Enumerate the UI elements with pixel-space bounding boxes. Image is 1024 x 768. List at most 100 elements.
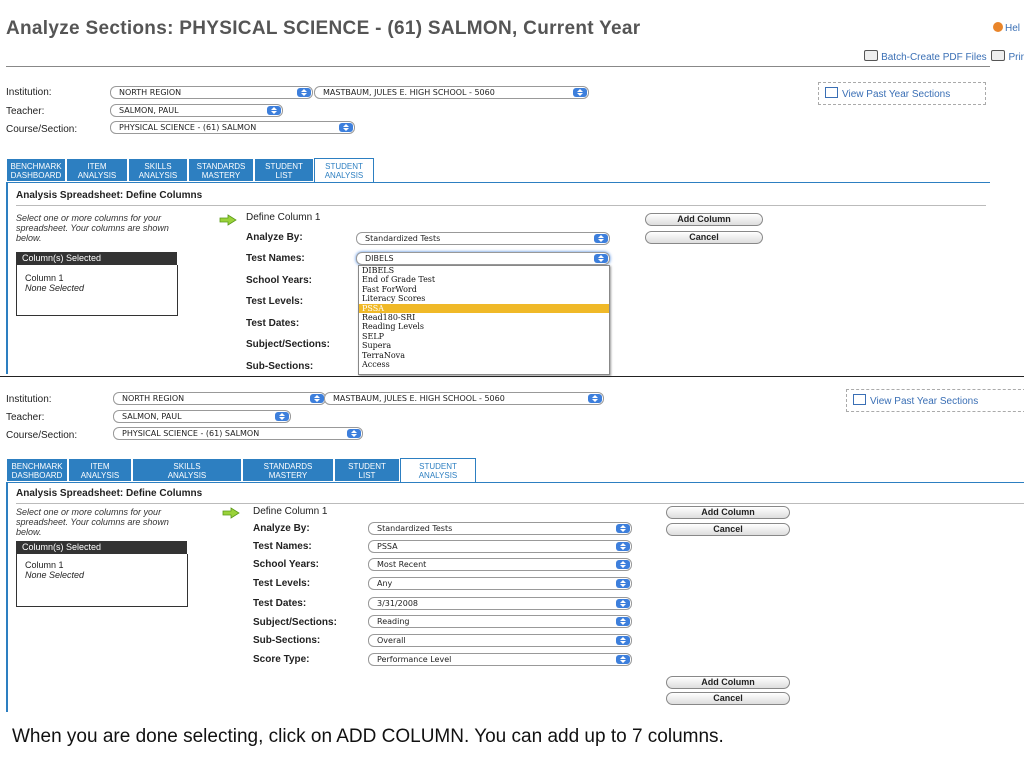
tab-benchmark-dashboard[interactable]: BENCHMARK DASHBOARD [6, 158, 66, 182]
test-names-select[interactable]: PSSA [368, 540, 632, 553]
course-select[interactable]: PHYSICAL SCIENCE - (61) SALMON [113, 427, 363, 440]
cancel-button[interactable]: Cancel [666, 523, 790, 536]
test-dates-value: 3/31/2008 [377, 599, 419, 608]
cancel-button-bottom[interactable]: Cancel [666, 692, 790, 705]
school-select[interactable]: MASTBAUM, JULES E. HIGH SCHOOL - 5060 [314, 86, 589, 99]
score-type-select[interactable]: Performance Level [368, 653, 632, 666]
tab-skills-analysis[interactable]: SKILLS ANALYSIS [132, 458, 242, 482]
add-column-button[interactable]: Add Column [645, 213, 763, 226]
dropdown-option[interactable]: TerraNova [359, 351, 609, 360]
tab-line: ANALYSIS [77, 171, 117, 180]
toolbar: Batch-Create PDF Files Prir [862, 50, 1024, 63]
test-dates-select[interactable]: 3/31/2008 [368, 597, 632, 610]
dropdown-option[interactable]: DIBELS [359, 266, 609, 275]
columns-selected-box: Column 1 None Selected [16, 554, 188, 607]
analyze-by-label: Analyze By: [246, 232, 303, 243]
teacher-select[interactable]: SALMON, PAUL [113, 410, 291, 423]
help-link[interactable]: Hel [992, 22, 1020, 34]
dropdown-option[interactable]: Reading Levels [359, 322, 609, 331]
add-column-button-bottom[interactable]: Add Column [666, 676, 790, 689]
tab-line: BENCHMARK [11, 462, 63, 471]
subject-sections-value: Reading [377, 617, 410, 626]
tab-standards-mastery[interactable]: STANDARDS MASTERY [242, 458, 334, 482]
view-past-year-link[interactable]: View Past Year Sections [846, 389, 1024, 412]
tab-line: ANALYSIS [138, 171, 178, 180]
tab-benchmark-dashboard[interactable]: BENCHMARK DASHBOARD [6, 458, 68, 482]
subject-sections-select[interactable]: Reading [368, 615, 632, 628]
chevron-updown-icon [616, 636, 630, 645]
batch-pdf-link[interactable]: Batch-Create PDF Files [881, 52, 987, 63]
chevron-updown-icon [616, 524, 630, 533]
print-link[interactable]: Prir [1008, 52, 1024, 63]
school-select[interactable]: MASTBAUM, JULES E. HIGH SCHOOL - 5060 [324, 392, 604, 405]
dropdown-option[interactable]: Supera [359, 341, 609, 350]
institution-select[interactable]: NORTH REGION [113, 392, 326, 405]
tab-skills-analysis[interactable]: SKILLS ANALYSIS [128, 158, 188, 182]
analyze-by-select[interactable]: Standardized Tests [356, 232, 610, 245]
teacher-select[interactable]: SALMON, PAUL [110, 104, 283, 117]
teacher-value: SALMON, PAUL [119, 106, 179, 115]
dropdown-option[interactable]: Fast ForWord [359, 285, 609, 294]
chevron-updown-icon [594, 254, 608, 263]
sub-sections-label: Sub-Sections: [253, 635, 321, 646]
test-names-select[interactable]: DIBELS [356, 252, 610, 265]
course-value: PHYSICAL SCIENCE - (61) SALMON [122, 429, 260, 438]
define-column-label: Define Column 1 [246, 212, 321, 223]
dropdown-option[interactable]: Literacy Scores [359, 294, 609, 303]
tab-student-analysis[interactable]: STUDENT ANALYSIS [400, 458, 476, 482]
selected-column-status: None Selected [25, 283, 85, 293]
test-names-label: Test Names: [246, 253, 305, 264]
view-past-year-link[interactable]: View Past Year Sections [818, 82, 986, 105]
teacher-value: SALMON, PAUL [122, 412, 182, 421]
test-dates-label: Test Dates: [253, 598, 307, 609]
spreadsheet-heading: Analysis Spreadsheet: Define Columns [16, 190, 203, 201]
instruction-caption: When you are done selecting, click on AD… [12, 726, 724, 747]
test-names-label: Test Names: [253, 541, 312, 552]
score-type-label: Score Type: [253, 654, 310, 665]
institution-select[interactable]: NORTH REGION [110, 86, 313, 99]
tab-line: ANALYSIS [418, 471, 458, 480]
chevron-updown-icon [616, 655, 630, 664]
course-value: PHYSICAL SCIENCE - (61) SALMON [119, 123, 257, 132]
analyze-by-select[interactable]: Standardized Tests [368, 522, 632, 535]
tab-item-analysis[interactable]: ITEM ANALYSIS [66, 158, 128, 182]
sub-sections-select[interactable]: Overall [368, 634, 632, 647]
teacher-label: Teacher: [6, 412, 45, 423]
school-years-select[interactable]: Most Recent [368, 558, 632, 571]
dropdown-option-highlighted[interactable]: PSSA [359, 303, 609, 314]
dropdown-option[interactable]: Read180-SRI [359, 313, 609, 322]
chevron-updown-icon [267, 106, 281, 115]
dropdown-option[interactable]: SELP [359, 332, 609, 341]
dropdown-option[interactable]: Access [359, 360, 609, 369]
dropdown-option[interactable]: End of Grade Test [359, 275, 609, 284]
chevron-updown-icon [616, 617, 630, 626]
tab-underline [6, 182, 990, 183]
school-value: MASTBAUM, JULES E. HIGH SCHOOL - 5060 [333, 394, 505, 403]
course-select[interactable]: PHYSICAL SCIENCE - (61) SALMON [110, 121, 355, 134]
tab-line: SKILLS [144, 162, 172, 171]
school-years-label: School Years: [253, 559, 319, 570]
institution-label: Institution: [6, 394, 52, 405]
tab-line: MASTERY [201, 171, 241, 180]
tab-line: ITEM [87, 162, 107, 171]
view-past-label: View Past Year Sections [842, 89, 951, 100]
selected-column-name: Column 1 [25, 273, 64, 283]
printer-icon [864, 50, 879, 61]
tab-student-analysis[interactable]: STUDENT ANALYSIS [314, 158, 374, 182]
teacher-label: Teacher: [6, 106, 45, 117]
tab-item-analysis[interactable]: ITEM ANALYSIS [68, 458, 132, 482]
tab-student-list[interactable]: STUDENT LIST [254, 158, 314, 182]
tab-line: MASTERY [268, 471, 308, 480]
chevron-updown-icon [297, 88, 311, 97]
tab-student-list[interactable]: STUDENT LIST [334, 458, 400, 482]
school-value: MASTBAUM, JULES E. HIGH SCHOOL - 5060 [323, 88, 495, 97]
add-column-button[interactable]: Add Column [666, 506, 790, 519]
cancel-button[interactable]: Cancel [645, 231, 763, 244]
tab-standards-mastery[interactable]: STANDARDS MASTERY [188, 158, 254, 182]
section-divider [16, 205, 986, 206]
test-levels-select[interactable]: Any [368, 577, 632, 590]
tab-line: ITEM [90, 462, 110, 471]
score-type-value: Performance Level [377, 655, 452, 664]
institution-value: NORTH REGION [119, 88, 182, 97]
test-names-dropdown[interactable]: DIBELS End of Grade Test Fast ForWord Li… [358, 265, 610, 375]
